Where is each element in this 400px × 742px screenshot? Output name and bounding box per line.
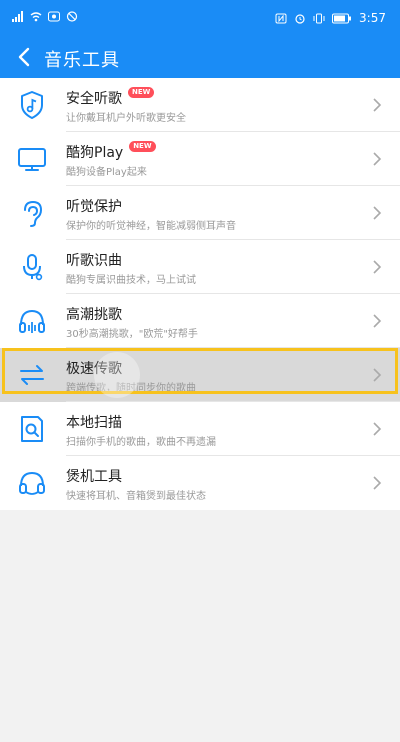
battery-icon [332, 13, 352, 23]
item-title: 煲机工具 [66, 469, 122, 485]
chevron-right-icon [373, 368, 382, 382]
item-title: 酷狗Play [66, 145, 124, 161]
tool-list: 安全听歌 NEW 让你戴耳机户外听歌更安全 酷狗Play NEW 酷狗设备Play起… [0, 78, 400, 510]
chevron-right-icon [373, 422, 382, 436]
shield-music-icon [21, 91, 43, 119]
scan-icon [21, 416, 43, 442]
transfer-arrows-icon [20, 365, 44, 385]
list-item-climax-pick[interactable]: 高潮挑歌 30秒高潮挑歌，"欧荒"好帮手 [0, 294, 400, 348]
item-subtitle: 让你戴耳机户外听歌更安全 [66, 113, 186, 124]
hd-icon [48, 11, 60, 22]
block-icon [66, 11, 78, 22]
item-subtitle: 扫描你手机的歌曲，歌曲不再遗漏 [66, 437, 216, 448]
chevron-right-icon [373, 476, 382, 490]
item-title: 听觉保护 [66, 199, 122, 215]
ear-icon [24, 200, 43, 227]
chevron-right-icon [373, 314, 382, 328]
status-bar: 3:57 [0, 0, 400, 36]
new-badge: NEW [128, 86, 155, 98]
nfc-icon [275, 13, 287, 23]
new-badge: NEW [129, 140, 156, 152]
item-title: 高潮挑歌 [66, 307, 122, 323]
monitor-icon [18, 148, 46, 171]
item-title: 听歌识曲 [66, 253, 122, 269]
vibrate-icon [313, 13, 325, 23]
item-subtitle: 快速将耳机、音箱煲到最佳状态 [66, 491, 206, 502]
item-title: 安全听歌 [66, 91, 122, 107]
status-right: 3:57 [275, 11, 386, 25]
item-subtitle: 30秒高潮挑歌，"欧荒"好帮手 [66, 329, 198, 340]
headphones-icon [19, 309, 45, 333]
list-item-hearing-protection[interactable]: 听觉保护 保护你的听觉神经，智能减弱侧耳声音 [0, 186, 400, 240]
item-title: 本地扫描 [66, 415, 122, 431]
chevron-right-icon [373, 98, 382, 112]
chevron-right-icon [373, 152, 382, 166]
list-item-song-recognition[interactable]: 听歌识曲 酷狗专属识曲技术，马上试试 [0, 240, 400, 294]
status-time: 3:57 [359, 11, 386, 25]
list-item-safe-listening[interactable]: 安全听歌 NEW 让你戴耳机户外听歌更安全 [0, 78, 400, 132]
signal-icon [12, 11, 23, 22]
list-item-kugou-play[interactable]: 酷狗Play NEW 酷狗设备Play起来 [0, 132, 400, 186]
item-subtitle: 保护你的听觉神经，智能减弱侧耳声音 [66, 221, 236, 232]
status-left [12, 11, 78, 22]
item-title: 极速传歌 [66, 361, 122, 377]
list-item-fast-transfer[interactable]: 极速传歌 跨端传歌，随时同步你的歌曲 [0, 348, 400, 402]
list-item-local-scan[interactable]: 本地扫描 扫描你手机的歌曲，歌曲不再遗漏 [0, 402, 400, 456]
headset-icon [19, 471, 45, 495]
chevron-right-icon [373, 206, 382, 220]
chevron-right-icon [373, 260, 382, 274]
microphone-icon [23, 254, 43, 281]
nav-bar: 音乐工具 [0, 36, 400, 78]
alarm-icon [295, 13, 305, 24]
list-item-burn-in-tool[interactable]: 煲机工具 快速将耳机、音箱煲到最佳状态 [0, 456, 400, 510]
item-subtitle: 酷狗专属识曲技术，马上试试 [66, 275, 196, 286]
back-arrow-icon[interactable] [10, 42, 40, 72]
wifi-icon [30, 12, 42, 22]
page-title: 音乐工具 [44, 50, 120, 71]
item-subtitle: 酷狗设备Play起来 [66, 167, 147, 178]
item-subtitle: 跨端传歌，随时同步你的歌曲 [66, 383, 196, 394]
